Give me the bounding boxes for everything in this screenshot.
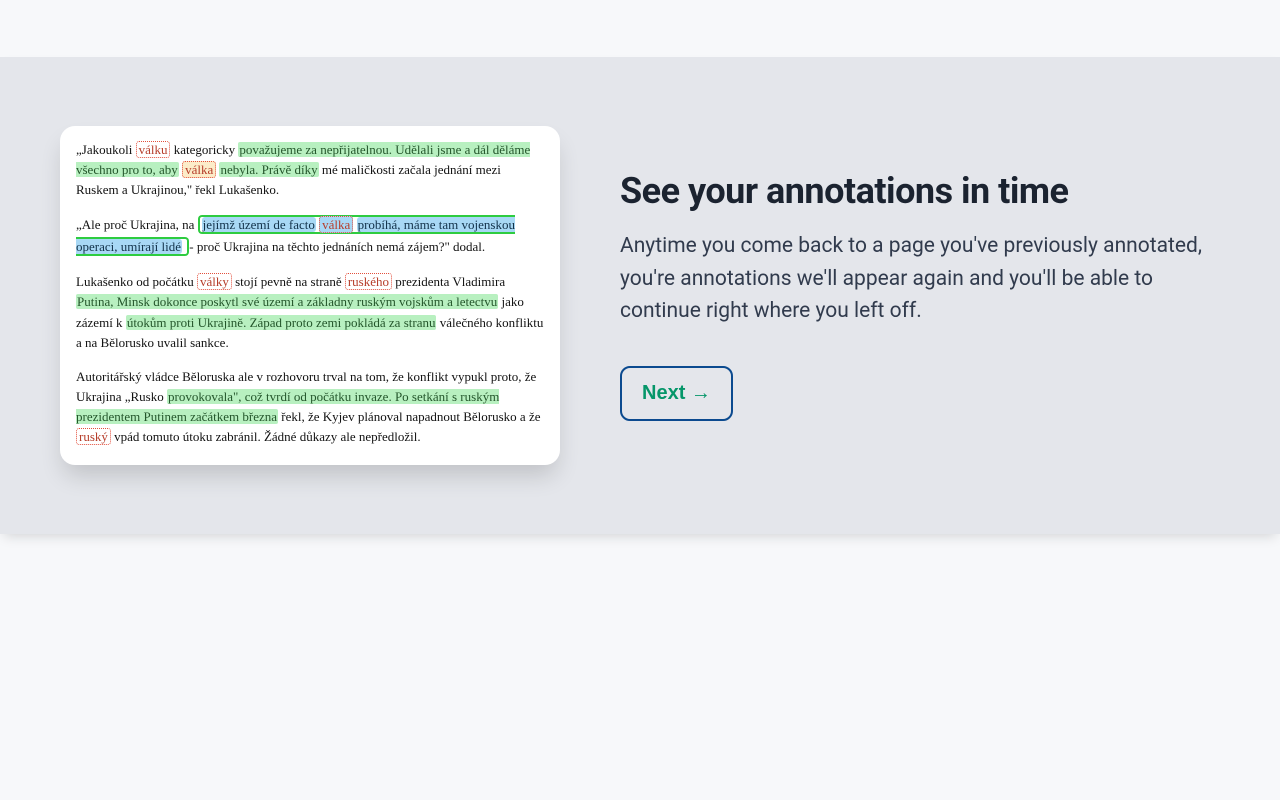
- text: „Ale proč Ukrajina, na: [76, 217, 198, 232]
- article-paragraph: „Ale proč Ukrajina, na jejímž území de f…: [76, 214, 544, 258]
- highlight[interactable]: nebyla. Právě díky: [219, 162, 318, 177]
- next-button[interactable]: Next →: [620, 366, 733, 421]
- feature-description: Anytime you come back to a page you've p…: [620, 230, 1210, 328]
- feature-copy: See your annotations in time Anytime you…: [620, 170, 1230, 421]
- text: vpád tomuto útoku zabránil. Žádné důkazy…: [114, 429, 420, 444]
- highlight[interactable]: Putina, Minsk dokonce poskytl své území …: [76, 294, 498, 309]
- highlight[interactable]: jejímž území de facto: [202, 217, 316, 232]
- text: stojí pevně na straně: [235, 274, 345, 289]
- article-paragraph: Lukašenko od počátku války stojí pevně n…: [76, 272, 544, 353]
- article-paragraph: Autoritářský vládce Běloruska ale v rozh…: [76, 367, 544, 448]
- feature-panel: „Jakoukoli válku kategoricky považujeme …: [0, 57, 1280, 534]
- text: Lukašenko od počátku: [76, 274, 197, 289]
- next-button-label: Next →: [642, 382, 711, 404]
- annotated-article-card: „Jakoukoli válku kategoricky považujeme …: [60, 126, 560, 466]
- text: kategoricky: [174, 142, 239, 157]
- text: - proč Ukrajina na těchto jednáních nemá…: [189, 239, 485, 254]
- vocab-highlight[interactable]: válku: [136, 141, 171, 158]
- vocab-highlight[interactable]: ruský: [76, 428, 111, 445]
- vocab-highlight[interactable]: válka: [182, 161, 216, 178]
- text: prezidenta Vladimira: [395, 274, 505, 289]
- vocab-highlight[interactable]: ruského: [345, 273, 392, 290]
- article-paragraph: „Jakoukoli válku kategoricky považujeme …: [76, 140, 544, 200]
- text: řekl, že Kyjev plánoval napadnout Běloru…: [281, 409, 540, 424]
- highlight[interactable]: útokům proti Ukrajině. Západ proto zemi …: [126, 315, 437, 330]
- vocab-highlight[interactable]: válka: [319, 216, 353, 233]
- vocab-highlight[interactable]: války: [197, 273, 232, 290]
- feature-heading: See your annotations in time: [620, 170, 1210, 212]
- text: „Jakoukoli: [76, 142, 136, 157]
